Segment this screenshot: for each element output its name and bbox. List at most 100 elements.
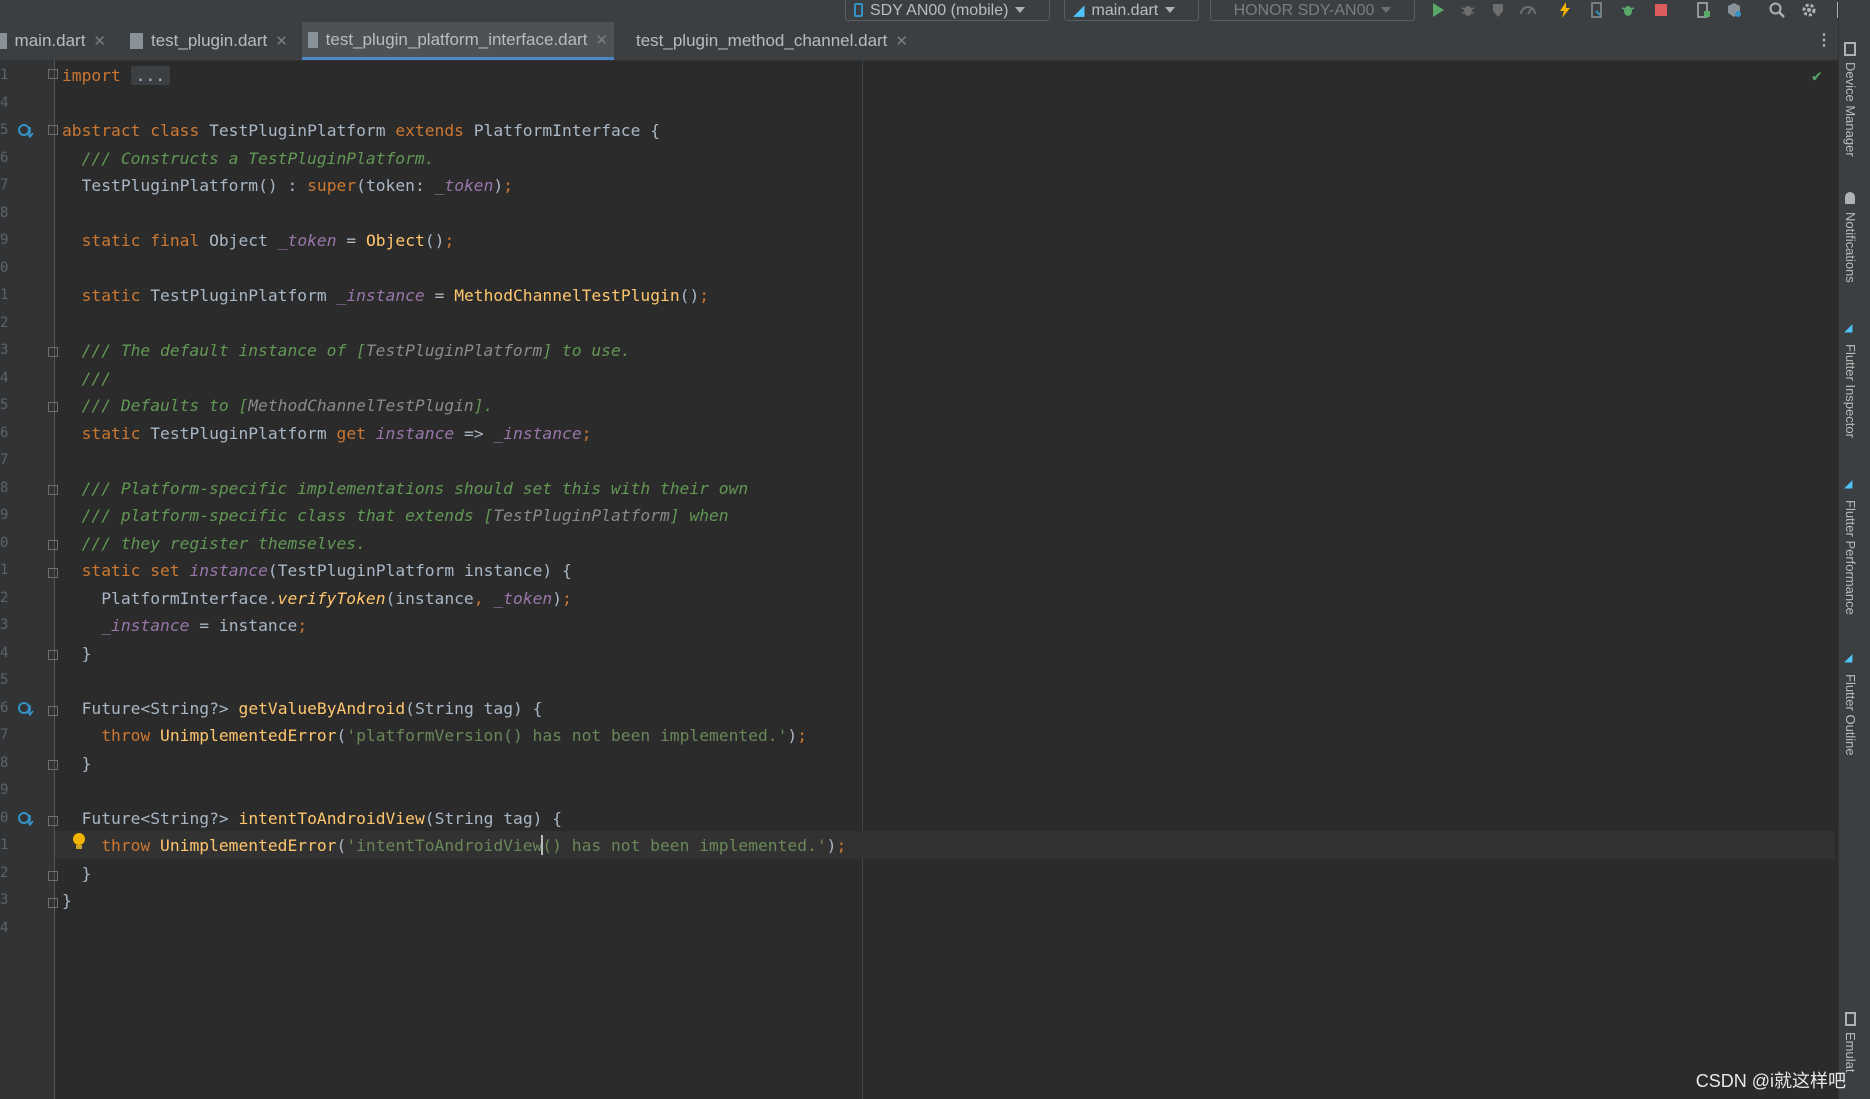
tab-main-dart[interactable]: main.dart ✕ (0, 22, 112, 60)
code-editor[interactable]: import ... abstract class TestPluginPlat… (62, 62, 846, 942)
flutter-icon[interactable]: ◢ (1844, 320, 1852, 336)
bell-icon[interactable] (1845, 192, 1855, 204)
target-device-selector[interactable]: HONOR SDY-AN00 (1210, 0, 1415, 21)
code-line[interactable]: /// platform-specific class that extends… (62, 502, 846, 530)
tab-test-plugin-platform-interface-dart[interactable]: test_plugin_platform_interface.dart ✕ (302, 22, 614, 60)
code-line[interactable] (62, 777, 846, 805)
code-line[interactable]: throw UnimplementedError('intentToAndroi… (62, 832, 846, 860)
flutter-icon[interactable]: ◢ (1844, 476, 1852, 492)
fold-marker[interactable] (48, 402, 58, 412)
debug-restart-icon[interactable] (1620, 1, 1638, 19)
profile-icon[interactable] (1519, 1, 1537, 19)
hot-reload-icon[interactable] (1556, 1, 1574, 19)
code-line[interactable]: /// The default instance of [TestPluginP… (62, 337, 846, 365)
close-icon[interactable]: ✕ (895, 32, 908, 50)
line-number: 6 (0, 424, 8, 441)
code-line[interactable]: } (62, 887, 846, 915)
flutter-outline-panel-button[interactable]: Flutter Outline (1843, 674, 1858, 756)
fold-marker[interactable] (48, 816, 58, 826)
line-number: 5 (0, 397, 8, 413)
fold-marker[interactable] (48, 568, 58, 578)
line-number: 7 (0, 177, 8, 193)
search-icon[interactable] (1768, 1, 1786, 19)
implemented-icon[interactable] (17, 810, 35, 828)
run-config-label: main.dart (1091, 1, 1159, 19)
close-icon[interactable]: ✕ (93, 32, 106, 50)
flutter-icon[interactable]: ◢ (1844, 650, 1852, 666)
code-line[interactable]: TestPluginPlatform() : super(token: _tok… (62, 172, 846, 200)
line-number-gutter[interactable]: 1 4 5 6 7 8 9 0 1 2 3 4 5 6 7 8 9 0 1 2 3 4 5 6 7 8 9 0 1 2 3 4 (0, 60, 55, 1099)
chevron-down-icon (1381, 7, 1392, 13)
flutter-performance-panel-button[interactable]: Flutter Performance (1843, 500, 1858, 615)
code-line[interactable] (62, 915, 846, 943)
emulator-icon[interactable] (1845, 1012, 1856, 1026)
line-number: 8 (0, 204, 8, 221)
code-line[interactable]: /// Platform-specific implementations sh… (62, 475, 846, 503)
fold-marker[interactable] (48, 650, 58, 660)
tab-label: test_plugin.dart (151, 31, 268, 50)
line-number: 6 (0, 149, 8, 166)
code-line[interactable] (62, 447, 846, 475)
tab-test-plugin-dart[interactable]: test_plugin.dart ✕ (124, 22, 294, 60)
implemented-icon[interactable] (17, 700, 35, 718)
code-line[interactable]: PlatformInterface.verifyToken(instance, … (62, 585, 846, 613)
device-manager-icon[interactable] (1694, 1, 1712, 19)
code-line[interactable]: Future<String?> intentToAndroidView(Stri… (62, 805, 846, 833)
phone-icon (854, 3, 863, 17)
code-line[interactable]: } (62, 640, 846, 668)
run-icon[interactable] (1429, 1, 1447, 19)
code-line[interactable] (62, 310, 846, 338)
fold-marker[interactable] (48, 898, 58, 908)
notifications-panel-button[interactable]: Notifications (1843, 212, 1858, 283)
code-line[interactable]: abstract class TestPluginPlatform extend… (62, 117, 846, 145)
code-line[interactable]: /// Defaults to [MethodChannelTestPlugin… (62, 392, 846, 420)
stop-icon[interactable] (1652, 1, 1670, 19)
fold-marker[interactable] (48, 706, 58, 716)
close-icon[interactable]: ✕ (275, 32, 288, 50)
code-line[interactable] (62, 200, 846, 228)
code-line[interactable] (62, 255, 846, 283)
fold-marker[interactable] (48, 125, 58, 135)
code-line[interactable]: static TestPluginPlatform get instance =… (62, 420, 846, 448)
dart-file-icon (130, 33, 143, 49)
lightbulb-icon[interactable] (72, 832, 86, 852)
line-number: 8 (0, 754, 8, 771)
code-line[interactable]: } (62, 750, 846, 778)
code-line[interactable]: static set instance(TestPluginPlatform i… (62, 557, 846, 585)
fold-marker[interactable] (48, 540, 58, 550)
device-manager-panel-button[interactable]: Device Manager (1843, 62, 1858, 157)
fold-marker[interactable] (48, 871, 58, 881)
inspection-ok-icon[interactable]: ✔ (1812, 66, 1822, 85)
code-line[interactable]: /// they register themselves. (62, 530, 846, 558)
sdk-manager-icon[interactable] (1725, 1, 1743, 19)
run-config-selector[interactable]: ◢ main.dart (1064, 0, 1199, 21)
code-line[interactable]: static TestPluginPlatform _instance = Me… (62, 282, 846, 310)
fold-marker[interactable] (48, 69, 58, 79)
gear-icon[interactable] (1800, 1, 1818, 19)
implemented-icon[interactable] (17, 122, 35, 140)
flutter-inspector-panel-button[interactable]: Flutter Inspector (1843, 344, 1858, 438)
target-device-label: HONOR SDY-AN00 (1233, 1, 1375, 19)
close-icon[interactable]: ✕ (595, 31, 608, 49)
code-line[interactable]: throw UnimplementedError('platformVersio… (62, 722, 846, 750)
device-manager-icon[interactable] (1844, 42, 1856, 56)
line-number: 4 (0, 369, 8, 386)
fold-marker[interactable] (48, 347, 58, 357)
coverage-icon[interactable] (1489, 1, 1507, 19)
code-line[interactable]: } (62, 860, 846, 888)
device-selector[interactable]: SDY AN00 (mobile) (845, 0, 1050, 21)
more-options-icon[interactable]: ⋮ (1816, 30, 1832, 50)
debug-icon[interactable] (1459, 1, 1477, 19)
fold-marker[interactable] (48, 485, 58, 495)
code-line[interactable]: _instance = instance; (62, 612, 846, 640)
code-line[interactable]: Future<String?> getValueByAndroid(String… (62, 695, 846, 723)
code-line[interactable]: /// Constructs a TestPluginPlatform. (62, 145, 846, 173)
code-line[interactable]: static final Object _token = Object(); (62, 227, 846, 255)
code-line[interactable]: /// (62, 365, 846, 393)
fold-marker[interactable] (48, 760, 58, 770)
attach-debugger-icon[interactable] (1588, 1, 1606, 19)
code-line[interactable] (62, 667, 846, 695)
tab-test-plugin-method-channel-dart[interactable]: test_plugin_method_channel.dart ✕ (622, 22, 912, 60)
code-line[interactable] (62, 90, 846, 118)
code-line[interactable]: import ... (62, 62, 846, 90)
